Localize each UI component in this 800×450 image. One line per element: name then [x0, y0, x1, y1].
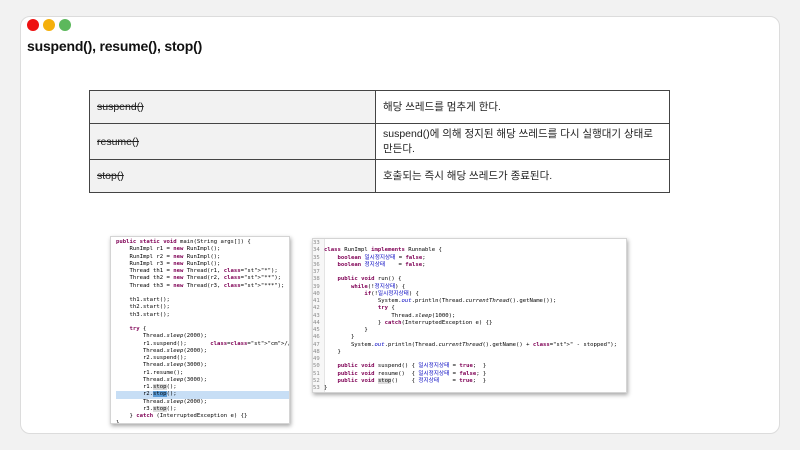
code-line: 47 System.out.println(Thread.currentThre… — [313, 341, 618, 348]
method-name-cell: stop() — [89, 159, 376, 193]
line-number: 33 — [313, 240, 320, 246]
table-row: stop() 호출되는 즉시 해당 쓰레드가 종료된다. — [89, 159, 670, 193]
line-number: 48 — [313, 348, 320, 355]
line-number: 34 — [313, 247, 320, 254]
green-dot-icon — [59, 19, 71, 31]
code-line: 39 while(!정지상태) { — [313, 283, 406, 290]
yellow-dot-icon — [43, 19, 55, 31]
code-line: th2.start(); — [116, 304, 170, 311]
code-line: r3.stop(); — [116, 405, 177, 412]
code-line: Thread th2 = new Thread(r2, class="st">"… — [116, 275, 282, 282]
code-line: 53} — [313, 385, 328, 391]
code-line: public static void main(String args[]) { — [116, 239, 251, 245]
code-line: Thread.sleep(2000); — [116, 333, 207, 340]
table-row: suspend() 해당 쓰레드를 멈추게 한다. — [89, 90, 670, 124]
methods-table: suspend() 해당 쓰레드를 멈추게 한다. resume() suspe… — [89, 90, 670, 193]
line-number: 50 — [313, 363, 320, 370]
code-line: Thread.sleep(2000); — [116, 347, 207, 354]
line-number: 35 — [313, 254, 320, 261]
code-line: Thread.sleep(3000); — [116, 362, 207, 369]
method-desc-cell: suspend()에 의해 정지된 해당 쓰레드를 다시 실행대기 상태로 만든… — [375, 123, 670, 160]
code-line: r2.suspend(); — [116, 355, 187, 361]
line-number: 45 — [313, 327, 320, 333]
code-line: r1.stop(); — [116, 384, 177, 390]
code-line: r2.stop(); — [116, 391, 289, 399]
method-name-cell: resume() — [89, 123, 376, 160]
code-line: 40 if(!일시정지상태) { — [313, 290, 419, 297]
code-line: 37 — [313, 269, 626, 276]
code-line: 44 } catch(InterruptedException e) {} — [313, 319, 493, 326]
code-line: 36 boolean 정지상태 = false; — [313, 261, 426, 268]
code-line: Thread.sleep(3000); — [116, 376, 207, 383]
code-line: 52 public void stop() { 정지상태 = true; } — [313, 377, 487, 384]
code-line: 48 } — [313, 348, 341, 355]
line-number: 49 — [313, 356, 320, 362]
line-number: 40 — [313, 290, 320, 297]
code-line: RunImpl r1 = new RunImpl(); — [116, 246, 221, 253]
code-line: } catch (InterruptedException e) {} — [116, 413, 248, 419]
line-number: 41 — [313, 298, 320, 304]
method-desc-cell: 해당 쓰레드를 멈추게 한다. — [375, 90, 670, 124]
method-desc-cell: 호출되는 즉시 해당 쓰레드가 종료된다. — [375, 159, 670, 193]
code-line: 33 — [313, 240, 626, 247]
code-screenshot-runimpl: 33 34 class RunImpl implements Runnable {… — [312, 238, 627, 393]
line-number: 36 — [313, 261, 320, 268]
line-number: 37 — [313, 269, 320, 275]
code-line: Thread th1 = new Thread(r1, class="st">"… — [116, 268, 278, 274]
code-line: r1.suspend(); class=class="st">"cm">// t… — [116, 340, 290, 347]
slide-title: suspend(), resume(), stop() — [27, 38, 203, 54]
code-line: 34 class RunImpl implements Runnable { — [313, 247, 442, 254]
code-line: 41 System.out.println(Thread.currentThre… — [313, 298, 557, 304]
code-line: 38 public void run() { — [313, 276, 402, 283]
code-line: r1.resume(); — [116, 369, 184, 376]
code-line: try { — [129, 326, 147, 332]
line-number: 53 — [313, 385, 320, 391]
line-number: 44 — [313, 319, 320, 326]
code-line: 51 public void resume() { 일시정지상태 = false… — [313, 370, 487, 377]
line-number: 47 — [313, 341, 320, 348]
line-number: 46 — [313, 334, 320, 341]
code-screenshot-main: public static void main(String args[]) {… — [110, 236, 290, 424]
line-number: 38 — [313, 276, 320, 283]
line-number: 39 — [313, 283, 320, 290]
code-line: th1.start(); — [116, 297, 170, 303]
code-line: 46 } — [313, 334, 355, 341]
window-controls — [27, 19, 71, 31]
code-line: 50 public void suspend() { 일시정지상태 = true… — [313, 363, 487, 370]
line-number: 43 — [313, 312, 320, 319]
method-name-cell: suspend() — [89, 90, 376, 124]
code-line: RunImpl r3 = new RunImpl(); — [116, 260, 221, 267]
line-number: 51 — [313, 370, 320, 377]
code-line: 35 boolean 일시정지상태 = false; — [313, 254, 426, 261]
code-line: } — [116, 420, 120, 424]
code-line: 45 } — [313, 327, 368, 333]
line-number: 52 — [313, 377, 320, 384]
code-line: Thread.sleep(2000); — [116, 398, 207, 405]
code-line: th3.start(); — [116, 311, 170, 318]
code-line: 43 Thread.sleep(1000); — [313, 312, 456, 319]
table-row: resume() suspend()에 의해 정지된 해당 쓰레드를 다시 실행… — [89, 123, 670, 160]
line-number: 42 — [313, 305, 320, 312]
code-line: Thread th3 = new Thread(r3, class="st">"… — [116, 282, 285, 289]
code-line: RunImpl r2 = new RunImpl(); — [116, 253, 221, 260]
red-dot-icon — [27, 19, 39, 31]
code-line: 42 try { — [313, 305, 395, 312]
